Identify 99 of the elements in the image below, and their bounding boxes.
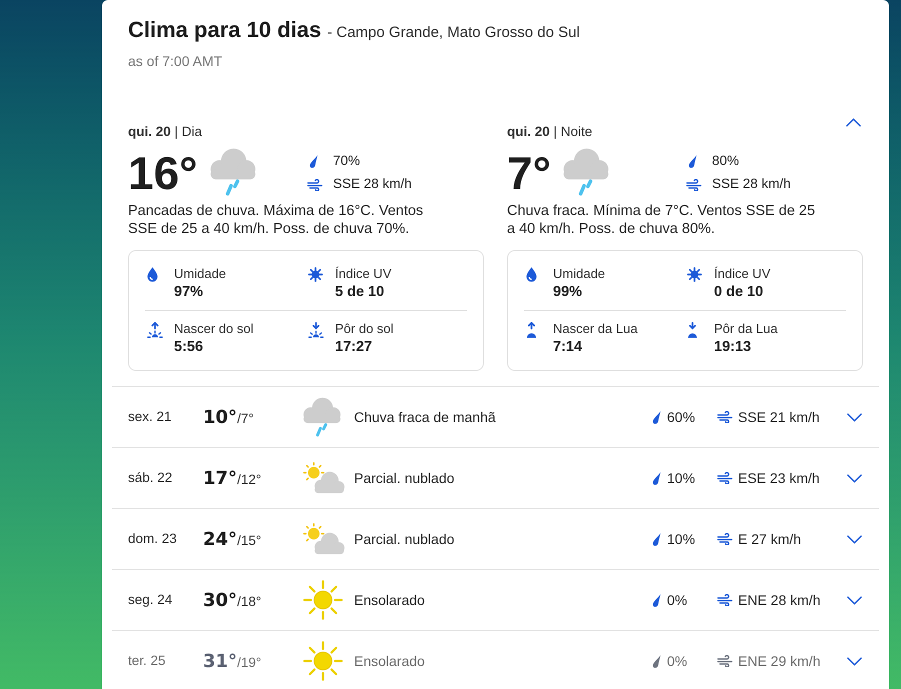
detail-label: Umidade [553,265,606,283]
wind-speed: ENE 28 km/h [738,590,820,610]
raindrop-icon [652,594,661,606]
low-temperature: /15° [237,532,262,550]
detail-value: 17:27 [335,338,374,356]
wind-icon [717,655,733,667]
detail-value: 7:14 [553,338,584,356]
raindrop-icon [652,472,661,484]
forecast-row[interactable]: sex. 21 10°/7° Chuva fraca de manhã 60% SSE 21 km/h [112,386,879,447]
high-temperature: 30° [203,588,238,612]
water-drop-icon [526,267,537,282]
detail-value: 5:56 [174,338,204,356]
sun-behind-cloud-icon [303,523,345,555]
forecast-description: Chuva fraca. Mínima de 7°C. Ventos SSE de 25 a 40 km/h. Poss. de chuva 80%. [507,202,816,238]
detail-value: 97% [174,283,204,301]
sun-icon [687,267,702,282]
forecast-row[interactable]: seg. 24 30°/18° Ensolarado 0% ENE 28 km/h [112,569,879,630]
detail-label: Índice UV [335,265,392,283]
condition-text: Parcial. nublado [354,530,456,548]
detail-label: Índice UV [714,265,770,283]
sun-icon [303,580,343,620]
condition-text: Parcial. nublado [354,468,456,488]
rain-cloud-icon [210,148,256,196]
precipitation-chance: 60% [667,408,696,426]
temperature: 7° [507,150,551,196]
low-temperature: /19° [237,654,262,672]
detail-label: Nascer do sol [174,320,254,338]
temperature: 16° [128,150,198,196]
low-temperature: /12° [237,470,262,488]
condition-text: Ensolarado [354,590,426,610]
wind-icon [717,411,733,423]
day-date: sáb. 22 [128,468,174,487]
low-temperature: /18° [237,592,262,610]
high-temperature: 17° [203,466,238,490]
sun-icon [308,267,323,282]
detail-label: Pôr do sol [335,320,394,338]
condition-text: Ensolarado [354,652,426,670]
precipitation-chance: 70% [333,152,360,170]
forecast-row[interactable]: dom. 23 24°/15° Parcial. nublado 10% E 27 km/h [112,508,879,569]
day-date: ter. 25 [128,652,167,670]
chevron-down-icon[interactable] [847,474,862,482]
raindrop-icon [309,155,318,168]
wind-speed: E 27 km/h [738,530,802,548]
chevron-down-icon[interactable] [847,656,862,666]
detail-label: Nascer da Lua [553,320,638,338]
raindrop-icon [688,155,697,168]
raindrop-icon [652,654,661,668]
location-text: - Campo Grande, Mato Grosso do Sul [327,23,580,43]
wind-icon [307,178,323,190]
wind-icon [717,594,733,606]
precipitation-chance: 0% [667,590,688,610]
forecast-row[interactable]: ter. 25 31°/19° Ensolarado 0% ENE 29 km/h [112,630,879,689]
period-heading: qui. 20 | Noite [507,123,592,141]
detail-value: 5 de 10 [335,283,386,301]
wind-speed: ENE 29 km/h [738,652,820,670]
high-temperature: 31° [203,650,238,674]
chevron-down-icon[interactable] [847,596,862,604]
sunrise-icon [147,322,163,338]
updated-time: as of 7:00 AMT [127,52,224,71]
sunset-icon [308,322,324,338]
day-date: sex. 21 [128,408,173,426]
wind-speed: SSE 28 km/h [712,175,791,194]
rain-cloud-icon [303,397,341,437]
wind-speed: SSE 28 km/h [333,175,412,194]
moonset-icon [687,322,698,338]
chevron-down-icon[interactable] [847,412,862,422]
wind-icon [686,178,702,190]
condition-text: Chuva fraca de manhã [354,408,497,426]
page-title: Clima para 10 dias [128,16,322,44]
forecast-row[interactable]: sáb. 22 17°/12° Parcial. nublado 10% ESE 23 km/h [112,447,879,508]
detail-value: 19:13 [714,338,752,356]
day-date: seg. 24 [128,590,174,609]
raindrop-icon [652,410,661,424]
precipitation-chance: 80% [712,152,740,170]
period-heading: qui. 20 | Dia [128,123,202,141]
wind-icon [717,472,733,484]
chevron-down-icon[interactable] [847,534,862,544]
water-drop-icon [147,267,158,282]
precipitation-chance: 10% [667,530,696,548]
raindrop-icon [652,532,661,546]
sun-icon [303,641,343,681]
detail-label: Umidade [174,265,226,283]
precipitation-chance: 0% [667,652,688,670]
wind-speed: ESE 23 km/h [738,468,820,488]
high-temperature: 10° [203,406,238,430]
detail-label: Pôr da Lua [714,320,778,338]
precipitation-chance: 10% [667,468,696,488]
detail-value: 0 de 10 [714,283,764,301]
detail-value: 99% [553,283,584,301]
wind-speed: SSE 21 km/h [738,408,820,426]
forecast-description: Pancadas de chuva. Máxima de 16°C. Ventos SSE de 25 a 40 km/h. Poss. de chuva 70%. [128,202,424,238]
low-temperature: /7° [237,410,254,428]
sun-behind-cloud-icon [303,462,345,494]
rain-cloud-icon [562,148,609,196]
wind-icon [717,533,733,545]
moonrise-icon [526,322,537,338]
day-date: dom. 23 [128,530,178,548]
chevron-up-icon[interactable] [846,118,861,127]
high-temperature: 24° [203,528,238,552]
